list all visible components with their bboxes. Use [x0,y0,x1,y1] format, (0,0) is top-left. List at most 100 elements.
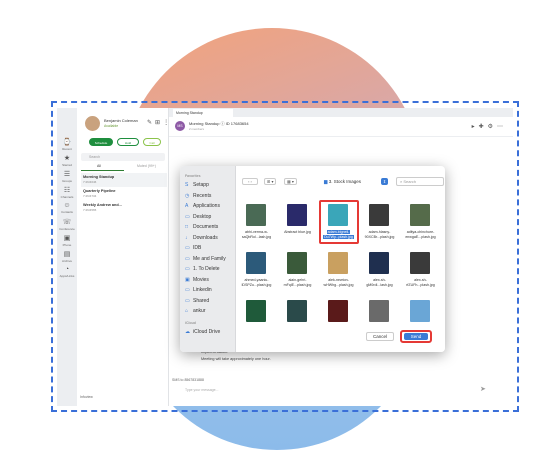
file-item[interactable]: alex-sh-rfZUFh...plash.jpg [400,250,441,294]
tab-all[interactable]: All [97,164,101,168]
sidebar-item[interactable]: ▣ Movies [185,277,209,283]
tab-muted[interactable]: Muted (99+) [137,164,156,168]
rail-label: Conference [59,227,75,231]
file-item[interactable]: ahmed-yaaniu-lDSPZu...plash.jpg [236,250,277,294]
more-icon[interactable]: ⋯ [497,124,507,130]
sidebar-item-label: Recents [193,192,212,199]
sidebar-item[interactable]: S Setapp [185,182,209,188]
sidebar-item[interactable]: ⌂ ankur [185,308,206,314]
rail-item[interactable]: ⌚ Recent [57,138,77,151]
file-item[interactable]: abhi-verma-w-saQbRol...lash.jpg [236,202,277,246]
folder-icon: ◷ [185,192,190,199]
folder-name: 3. Stock Images [328,179,361,184]
file-caption: alain-gehri-mFqiE...plash.jpg [277,278,318,288]
conversation-title: Weekly Andrew and... [83,203,122,207]
profile-header[interactable]: Benjamin Coleman Available ✎⊞⋮ [85,116,169,134]
search-input[interactable]: Search [81,153,165,161]
rail-item[interactable]: ☷ Channels [57,186,77,199]
status-pill[interactable]: Schedule [89,138,113,146]
send-arrow-icon[interactable]: ➤ [480,385,486,393]
conversation-subtitle: 7:26/4734 [83,194,97,198]
add-user-icon[interactable]: ✚ [479,124,488,130]
rail-label: Apps/Links [59,274,75,278]
file-caption-line: enwgaE...plash.jpg [405,235,436,239]
chat-header: MS Morning Standup ⓘ ID 17683654 2 membe… [169,117,513,137]
profile-status[interactable]: Available [104,124,118,128]
status-pill[interactable]: Call [143,138,161,146]
footer-user[interactable]: Infoview [80,395,93,399]
dialog-search-input[interactable]: ⌕ Search [396,177,444,186]
rail-item[interactable]: ☰ Groups [57,170,77,183]
composer-input[interactable]: Type your message... [185,388,218,392]
rail-item[interactable]: ◔ Apps/Links [57,266,77,278]
sidebar-item-label: Shared [193,297,210,304]
rail-item[interactable]: ☏ Conference [57,218,77,231]
sidebar-item-label: Applications [193,203,220,209]
sidebar-item[interactable]: ▭ 1. To Delete [185,266,220,272]
file-thumbnail [287,300,307,322]
rail-item[interactable]: ☺ Contacts [57,202,77,214]
settings-icon[interactable]: ⚙ [488,124,497,130]
sidebar-item[interactable]: ▭ Desktop [185,214,211,220]
grid-icon[interactable]: ⊞ [155,120,163,126]
sidebar-item[interactable]: ▭ Shared [185,298,209,304]
file-caption-line: lDSPZu...plash.jpg [241,283,272,287]
sidebar-item[interactable]: ☁ iCloud Drive [185,329,220,335]
play-icon[interactable]: ▸ [472,124,479,130]
cancel-button[interactable]: Cancel [366,332,394,341]
file-item[interactable]: aditya-chinchure-enwgaE...plash.jpg [400,202,441,246]
file-caption-line: adam-bignell- [326,230,351,234]
list-item[interactable]: Morning Standup 7:26/4646 [81,173,167,187]
sidebar-item-label: Downloads [193,234,218,241]
list-item[interactable]: Weekly Andrew and... 7:26/4565 [81,201,167,215]
file-caption-line: gM0rdl...lash.jpg [366,283,393,287]
pen-icon[interactable]: ✎ [147,120,155,126]
file-open-dialog: Favorites S Setapp ◷ Recents A Applications ▭ De… [180,166,445,352]
file-thumbnail [410,300,430,322]
rail-icon: ⌚ [62,139,72,146]
send-highlight: Send [400,330,432,343]
file-item[interactable]: alek-newton-wHWhg...plash.jpg [318,250,359,294]
back-forward-buttons[interactable]: ‹ › [242,178,258,185]
file-item[interactable]: Abstract blue.jpg [277,202,318,246]
file-thumbnail [369,300,389,322]
sidebar-item[interactable]: A Applications [185,203,220,209]
list-item[interactable]: Quarterly Pipeline 7:26/4734 [81,187,167,201]
view-options-button[interactable]: ▦ ▾ [284,178,297,185]
file-thumbnail [328,300,348,322]
rail-item[interactable]: ▣ Phone [57,234,77,247]
avatar[interactable] [85,116,100,131]
file-item[interactable]: alain-gehri-mFqiE...plash.jpg [277,250,318,294]
file-caption: alex-sh-gM0rdl...lash.jpg [359,278,400,288]
file-thumbnail [246,204,266,226]
file-thumbnail [246,300,266,322]
rail-label: Archive [61,259,72,263]
file-caption: alex-sh-rfZUFh...plash.jpg [400,278,441,288]
sidebar-item[interactable]: ▭ IDB [185,245,201,251]
file-caption-line: rfZUFh...plash.jpg [406,283,435,287]
file-item[interactable]: adam-hlasny- 90XCBr...plash.jpg [359,202,400,246]
rail-label: Recent [62,147,72,151]
dialog-footer: Cancel Send [236,324,445,352]
file-thumbnail [287,252,307,274]
rail-item[interactable]: ★ Starred [57,154,77,167]
sidebar-item[interactable]: ↓ Downloads [185,235,218,241]
tab-underline [81,170,124,171]
sidebar-item[interactable]: □ Documents [185,224,218,230]
sidebar-item[interactable]: ▭ Me and Family [185,256,226,262]
file-item[interactable]: adam-bignell- Du7Wy...plash.jpg [318,200,359,246]
folder-selector[interactable]: ▆ 3. Stock Images [324,178,361,185]
folder-dropdown-icon[interactable]: ⇕ [381,178,388,185]
folder-icon: ▣ [185,276,190,283]
file-caption: ahmed-yaaniu-lDSPZu...plash.jpg [236,278,277,288]
view-grid-button[interactable]: ⊞ ▾ [264,178,277,185]
send-button[interactable]: Send [404,333,428,340]
chat-tabbar: Morning Standup [169,108,513,117]
sidebar-item[interactable]: ▭ Linkedin [185,287,212,293]
rail-item[interactable]: ▤ Archive [57,250,77,263]
status-pill[interactable]: Hold [117,138,139,146]
file-thumbnail [328,252,348,274]
tab-chat[interactable]: Morning Standup [173,109,233,117]
sidebar-item[interactable]: ◷ Recents [185,193,211,199]
file-item[interactable]: alex-sh-gM0rdl...lash.jpg [359,250,400,294]
